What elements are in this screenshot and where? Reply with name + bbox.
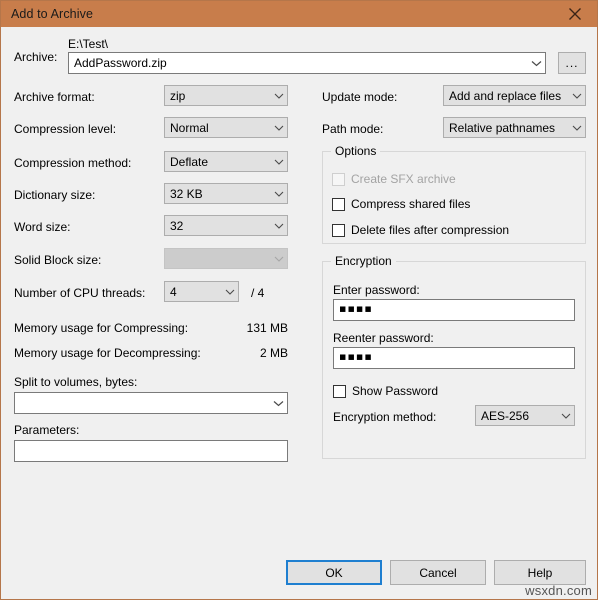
split-volumes-label: Split to volumes, bytes: (14, 375, 138, 389)
reenter-password-value: ▪▪▪▪ (339, 350, 373, 363)
compression-method-label: Compression method: (14, 156, 132, 170)
checkbox-create-sfx-archive: Create SFX archive (332, 172, 456, 186)
parameters-input[interactable] (14, 440, 288, 462)
path-mode-label: Path mode: (322, 122, 384, 136)
browse-button-label: ... (565, 56, 579, 70)
close-icon (568, 7, 582, 21)
compression-method-combo[interactable]: Deflate (164, 151, 288, 172)
compression-method-value: Deflate (170, 154, 209, 169)
browse-button[interactable]: ... (558, 52, 586, 74)
checkbox-show-password[interactable]: Show Password (333, 384, 438, 398)
checkbox-delete-files-after-compression[interactable]: Delete files after compression (332, 223, 509, 237)
checkbox-icon (332, 172, 345, 186)
enter-password-value: ▪▪▪▪ (339, 302, 373, 315)
archive-format-value: zip (170, 88, 186, 103)
dialog-body: Archive: E:\Test\ AddPassword.zip ... Ar… (1, 27, 597, 599)
archive-label: Archive: (14, 50, 58, 64)
cancel-button-label: Cancel (419, 565, 457, 580)
dictionary-size-value: 32 KB (170, 186, 203, 201)
solid-block-size-label: Solid Block size: (14, 253, 102, 267)
cancel-button[interactable]: Cancel (390, 560, 486, 585)
encryption-method-value: AES-256 (481, 408, 530, 423)
chevron-down-icon[interactable] (269, 400, 287, 407)
archive-name-value: AddPassword.zip (74, 56, 167, 70)
ok-button[interactable]: OK (286, 560, 382, 585)
chevron-down-icon[interactable] (557, 413, 574, 419)
memory-decompress-value: 2 MB (259, 346, 288, 360)
close-button[interactable] (552, 1, 597, 27)
word-size-value: 32 (170, 218, 184, 233)
cpu-threads-combo[interactable]: 4 (164, 281, 239, 302)
update-mode-label: Update mode: (322, 90, 398, 104)
chevron-down-icon[interactable] (270, 223, 287, 229)
checkbox-label: Compress shared files (351, 197, 471, 211)
split-volumes-combo[interactable] (14, 392, 288, 414)
archive-path-text: E:\Test\ (68, 37, 109, 51)
memory-compress-value: 131 MB (246, 321, 288, 335)
ok-button-label: OK (325, 565, 343, 580)
path-mode-combo[interactable]: Relative pathnames (443, 117, 586, 138)
parameters-label: Parameters: (14, 423, 80, 437)
help-button-label: Help (527, 565, 553, 580)
checkbox-icon[interactable] (332, 223, 345, 237)
chevron-down-icon[interactable] (568, 93, 585, 99)
chevron-down-icon (270, 256, 287, 262)
dictionary-size-label: Dictionary size: (14, 188, 96, 202)
archive-name-combo[interactable]: AddPassword.zip (68, 52, 546, 74)
word-size-combo[interactable]: 32 (164, 215, 288, 236)
checkbox-label: Show Password (352, 384, 439, 398)
compression-level-combo[interactable]: Normal (164, 117, 288, 138)
path-mode-value: Relative pathnames (449, 120, 556, 135)
cpu-threads-max: / 4 (251, 286, 265, 300)
checkbox-icon[interactable] (333, 384, 346, 398)
compression-level-label: Compression level: (14, 122, 117, 136)
chevron-down-icon[interactable] (568, 125, 585, 131)
enter-password-input[interactable]: ▪▪▪▪ (333, 299, 575, 321)
update-mode-combo[interactable]: Add and replace files (443, 85, 586, 106)
dictionary-size-combo[interactable]: 32 KB (164, 183, 288, 204)
title-bar: Add to Archive (1, 1, 597, 27)
cpu-threads-value: 4 (170, 284, 177, 299)
chevron-down-icon[interactable] (270, 191, 287, 197)
chevron-down-icon[interactable] (221, 289, 238, 295)
options-group-title: Options (331, 144, 381, 158)
add-to-archive-dialog: Add to Archive Archive: E:\Test\ AddPass… (0, 0, 598, 600)
cpu-threads-label: Number of CPU threads: (14, 286, 146, 300)
archive-format-combo[interactable]: zip (164, 85, 288, 106)
word-size-label: Word size: (14, 220, 71, 234)
compression-level-value: Normal (170, 120, 209, 135)
checkbox-label: Delete files after compression (351, 223, 510, 237)
encryption-method-combo[interactable]: AES-256 (475, 405, 575, 426)
enter-password-label: Enter password: (333, 283, 420, 297)
chevron-down-icon[interactable] (270, 159, 287, 165)
encryption-method-label: Encryption method: (333, 410, 437, 424)
checkbox-label: Create SFX archive (351, 172, 456, 186)
reenter-password-input[interactable]: ▪▪▪▪ (333, 347, 575, 369)
chevron-down-icon[interactable] (270, 93, 287, 99)
archive-format-label: Archive format: (14, 90, 95, 104)
checkbox-compress-shared-files[interactable]: Compress shared files (332, 197, 470, 211)
reenter-password-label: Reenter password: (333, 331, 434, 345)
chevron-down-icon[interactable] (270, 125, 287, 131)
window-title: Add to Archive (11, 7, 94, 21)
watermark: wsxdn.com (525, 583, 592, 598)
chevron-down-icon[interactable] (527, 60, 545, 67)
update-mode-value: Add and replace files (449, 88, 562, 103)
checkbox-icon[interactable] (332, 197, 345, 211)
solid-block-size-combo (164, 248, 288, 269)
encryption-group-title: Encryption (331, 254, 396, 268)
help-button[interactable]: Help (494, 560, 586, 585)
